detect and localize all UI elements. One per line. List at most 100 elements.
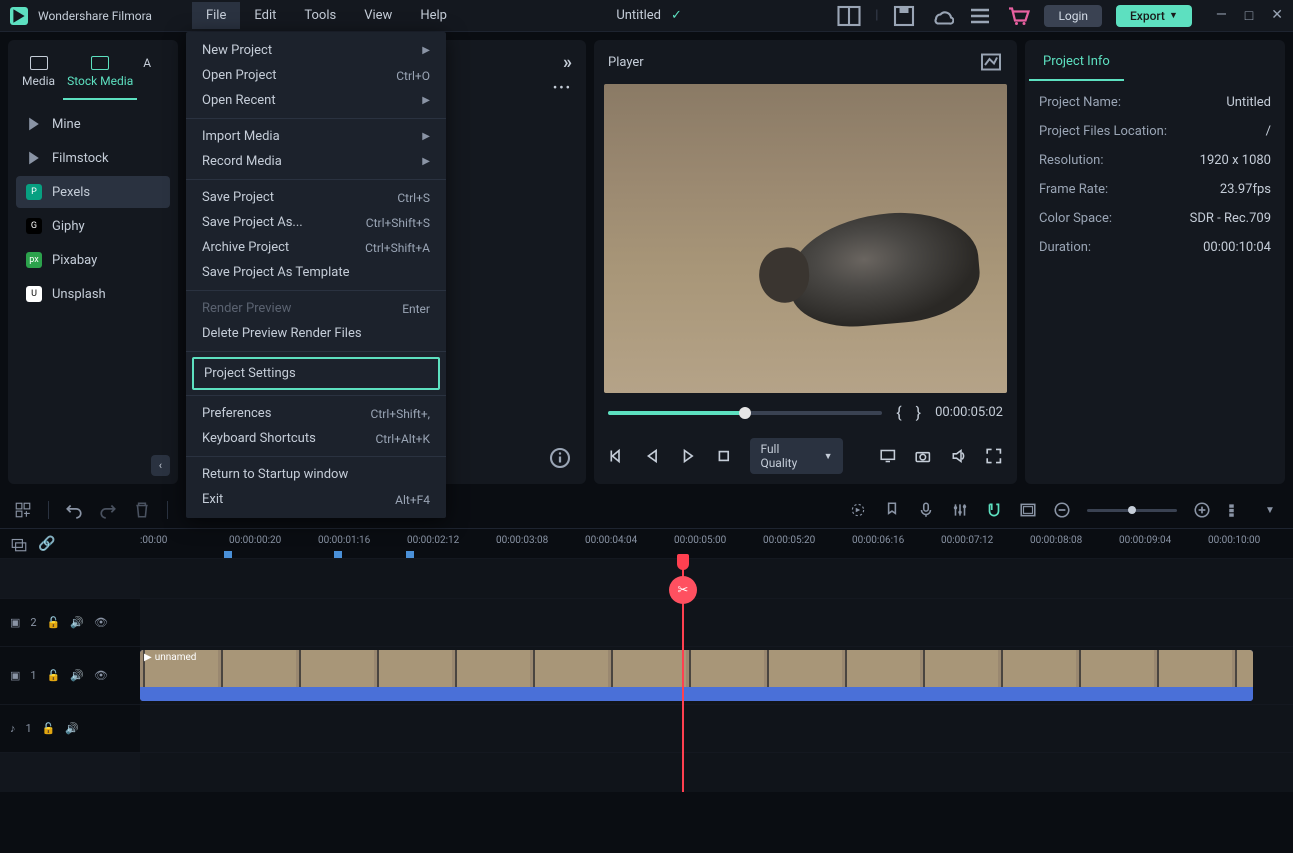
- tab-project-info[interactable]: Project Info: [1029, 44, 1124, 81]
- menu-project-settings[interactable]: Project Settings: [192, 357, 440, 390]
- ruler-tick: 00:00:05:00: [674, 535, 726, 546]
- mark-in-icon[interactable]: {: [896, 403, 901, 422]
- ruler-tick: 00:00:05:20: [763, 535, 815, 546]
- playhead[interactable]: ✂: [682, 558, 684, 792]
- export-button[interactable]: Export▼: [1116, 5, 1192, 27]
- play-icon[interactable]: [679, 447, 697, 465]
- undo-icon[interactable]: [65, 501, 83, 519]
- sidebar-item-pexels[interactable]: PPexels: [16, 176, 170, 208]
- sidebar-item-filmstock[interactable]: Filmstock: [16, 142, 170, 174]
- menu-import-media[interactable]: Import Media▶: [186, 124, 446, 149]
- play-back-icon[interactable]: [644, 447, 662, 465]
- expand-icon[interactable]: »: [563, 52, 572, 73]
- menu-keyboard-shortcuts[interactable]: Keyboard ShortcutsCtrl+Alt+K: [186, 426, 446, 451]
- lock-icon[interactable]: 🔓: [47, 616, 61, 629]
- info-row: Frame Rate:23.97fps: [1039, 182, 1271, 197]
- player-timecode: 00:00:05:02: [935, 405, 1003, 420]
- scrub-slider[interactable]: [608, 411, 882, 415]
- menu-save-project-as-[interactable]: Save Project As...Ctrl+Shift+S: [186, 210, 446, 235]
- prev-frame-icon[interactable]: [608, 447, 626, 465]
- ruler-tick: 00:00:09:04: [1119, 535, 1171, 546]
- camera-icon[interactable]: [914, 447, 932, 465]
- collapse-sidebar-icon[interactable]: ‹: [151, 455, 170, 476]
- menu-open-recent[interactable]: Open Recent▶: [186, 88, 446, 113]
- tab-media[interactable]: Media: [18, 52, 59, 100]
- chevron-down-icon[interactable]: ▼: [1261, 501, 1279, 519]
- redo-icon[interactable]: [99, 501, 117, 519]
- more-options-icon[interactable]: •••: [553, 81, 572, 96]
- marker-icon[interactable]: [883, 501, 901, 519]
- file-dropdown: New Project▶Open ProjectCtrl+OOpen Recen…: [186, 32, 446, 518]
- zoom-in-icon[interactable]: [1193, 501, 1211, 519]
- info-row: Resolution:1920 x 1080: [1039, 153, 1271, 168]
- menu-archive-project[interactable]: Archive ProjectCtrl+Shift+A: [186, 235, 446, 260]
- eye-icon[interactable]: 👁: [94, 616, 108, 629]
- mute-icon[interactable]: 🔊: [65, 722, 79, 735]
- sidebar-item-unsplash[interactable]: UUnsplash: [16, 278, 170, 310]
- menu-record-media[interactable]: Record Media▶: [186, 149, 446, 174]
- scissors-icon[interactable]: ✂: [669, 576, 697, 604]
- track-view-icon[interactable]: [1227, 501, 1245, 519]
- menu-new-project[interactable]: New Project▶: [186, 38, 446, 63]
- layout-icon[interactable]: [837, 4, 861, 28]
- close-icon[interactable]: ✕: [1271, 7, 1283, 24]
- sidebar-item-pixabay[interactable]: pxPixabay: [16, 244, 170, 276]
- nest-icon[interactable]: [10, 535, 28, 553]
- lock-icon[interactable]: 🔓: [47, 669, 61, 682]
- menu-tools[interactable]: Tools: [290, 2, 350, 29]
- player-viewport[interactable]: [604, 84, 1007, 393]
- menu-exit[interactable]: ExitAlt+F4: [186, 487, 446, 512]
- menu-help[interactable]: Help: [406, 2, 461, 29]
- fullscreen-icon[interactable]: [985, 447, 1003, 465]
- eye-icon[interactable]: 👁: [94, 669, 108, 682]
- maximize-icon[interactable]: □: [1245, 7, 1253, 24]
- menu-open-project[interactable]: Open ProjectCtrl+O: [186, 63, 446, 88]
- mixer-icon[interactable]: [951, 501, 969, 519]
- tab-more[interactable]: A: [141, 52, 155, 100]
- menu-delete-preview-render-files[interactable]: Delete Preview Render Files: [186, 321, 446, 346]
- video-clip[interactable]: ▶unnamed: [140, 650, 1253, 701]
- volume-icon[interactable]: [950, 447, 968, 465]
- fx-track-icon: ▣: [10, 616, 20, 629]
- stop-icon[interactable]: [715, 447, 733, 465]
- save-icon[interactable]: [892, 4, 916, 28]
- cart-icon[interactable]: [1006, 4, 1030, 28]
- mine-icon: [26, 116, 42, 132]
- tab-stock-media[interactable]: Stock Media: [63, 52, 137, 100]
- menu-preferences[interactable]: PreferencesCtrl+Shift+,: [186, 401, 446, 426]
- magnet-icon[interactable]: [985, 501, 1003, 519]
- menu-view[interactable]: View: [350, 2, 406, 29]
- mute-icon[interactable]: 🔊: [70, 616, 84, 629]
- menu-file[interactable]: File: [192, 2, 240, 29]
- mic-icon[interactable]: [917, 501, 935, 519]
- safe-zone-icon[interactable]: [1019, 501, 1037, 519]
- ruler-tick: 00:00:03:08: [496, 535, 548, 546]
- sidebar-item-mine[interactable]: Mine: [16, 108, 170, 140]
- render-icon[interactable]: [849, 501, 867, 519]
- giphy-icon: G: [26, 218, 42, 234]
- menu-edit[interactable]: Edit: [240, 2, 290, 29]
- saved-icon: ✓: [671, 8, 682, 23]
- add-track-icon[interactable]: [14, 501, 32, 519]
- sidebar-label: Filmstock: [52, 151, 109, 166]
- zoom-slider[interactable]: [1087, 509, 1177, 512]
- menu-save-project-as-template[interactable]: Save Project As Template: [186, 260, 446, 285]
- login-button[interactable]: Login: [1044, 5, 1102, 27]
- delete-icon[interactable]: [133, 501, 151, 519]
- display-icon[interactable]: [879, 447, 897, 465]
- mark-out-icon[interactable]: }: [916, 403, 921, 422]
- quality-dropdown[interactable]: Full Quality▼: [750, 438, 842, 474]
- ruler-tick: 00:00:07:12: [941, 535, 993, 546]
- hamburger-icon[interactable]: [968, 4, 992, 28]
- menu-save-project[interactable]: Save ProjectCtrl+S: [186, 185, 446, 210]
- sidebar-item-giphy[interactable]: GGiphy: [16, 210, 170, 242]
- info-icon[interactable]: [548, 446, 572, 470]
- minimize-icon[interactable]: —: [1216, 7, 1227, 24]
- snapshot-chart-icon[interactable]: [979, 50, 1003, 74]
- zoom-out-icon[interactable]: [1053, 501, 1071, 519]
- lock-icon[interactable]: 🔓: [42, 722, 56, 735]
- cloud-icon[interactable]: [930, 4, 954, 28]
- mute-icon[interactable]: 🔊: [70, 669, 84, 682]
- menu-return-to-startup-window[interactable]: Return to Startup window: [186, 462, 446, 487]
- link-icon[interactable]: 🔗: [38, 536, 55, 552]
